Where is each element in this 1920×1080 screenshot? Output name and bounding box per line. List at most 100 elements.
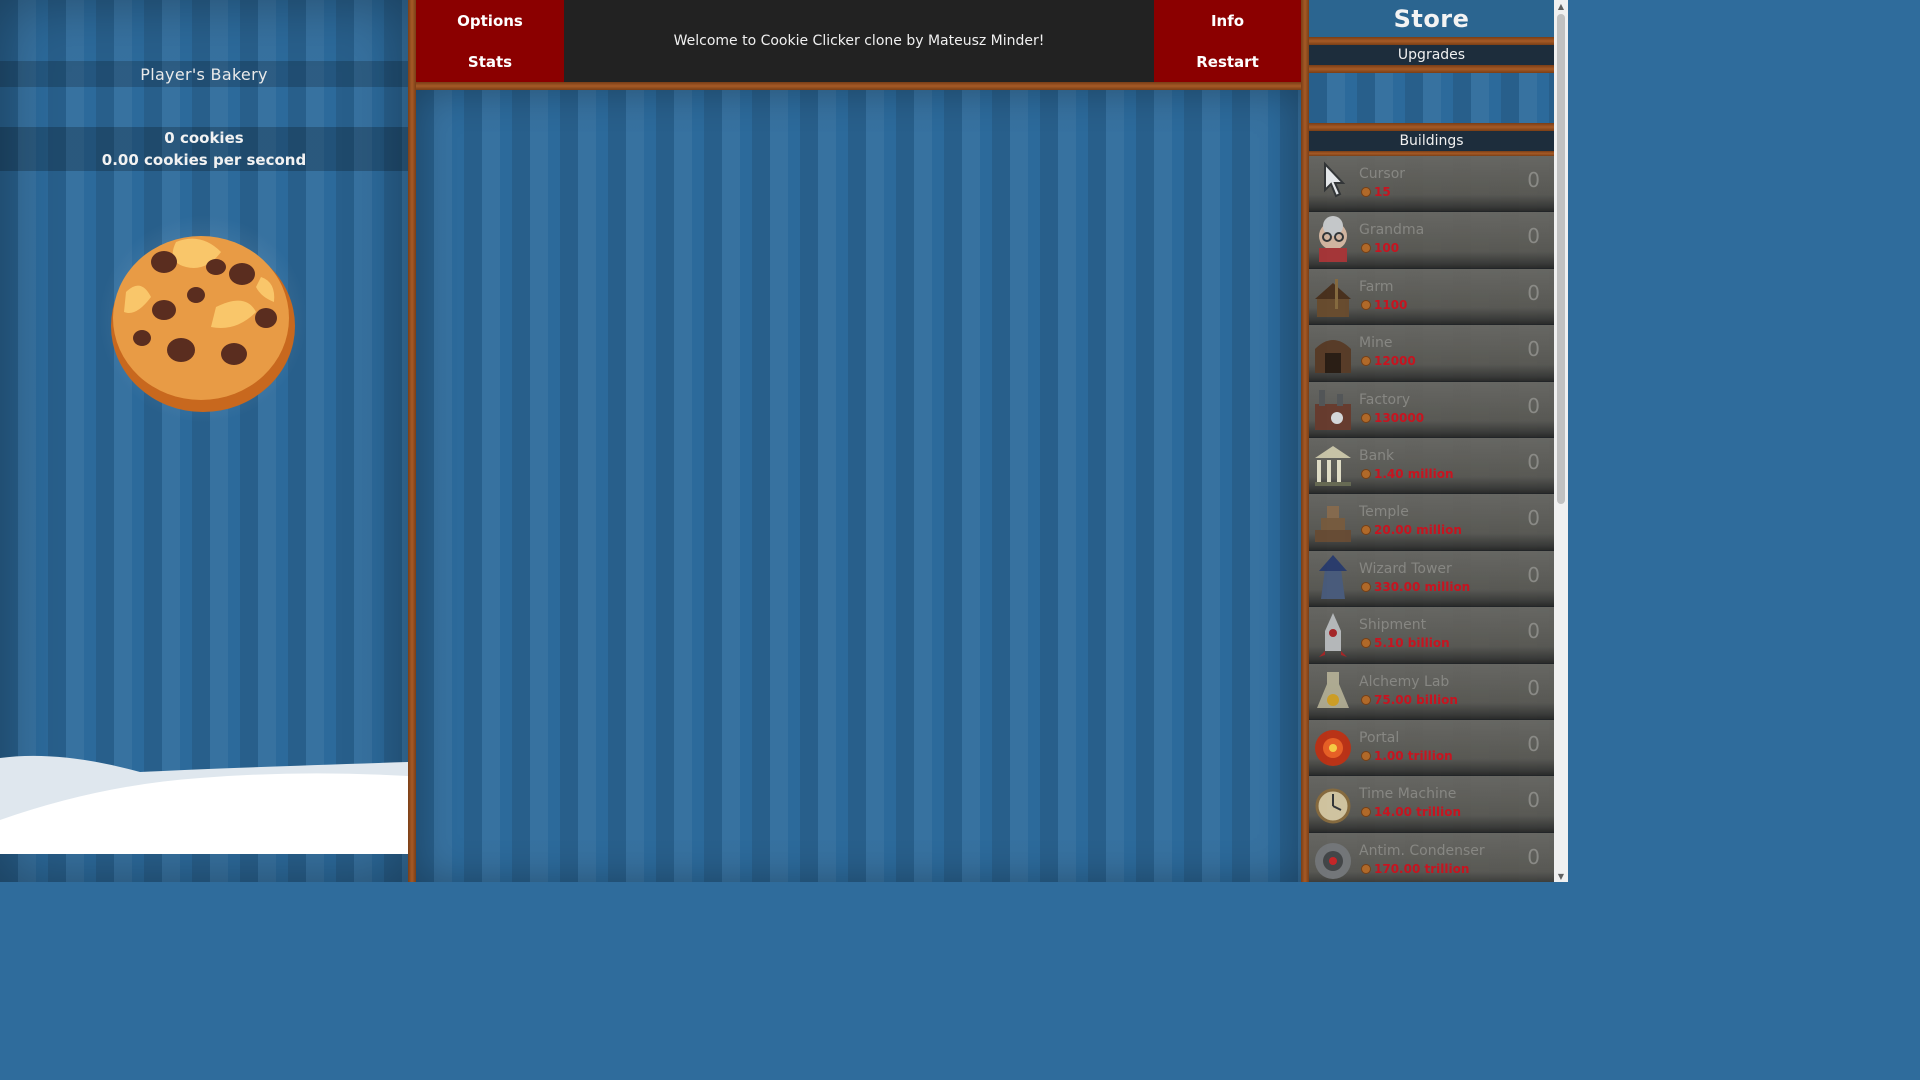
cookie-coin-icon — [1361, 581, 1371, 592]
building-price-value: 20.00 million — [1374, 523, 1462, 538]
building-price: 12000 — [1361, 354, 1416, 368]
scroll-down-arrow-icon[interactable]: ▼ — [1554, 870, 1568, 882]
building-name: Mine — [1359, 335, 1393, 352]
building-portal[interactable]: Portal 1.00 trillion 0 — [1309, 719, 1554, 777]
building-price: 75.00 billion — [1361, 693, 1458, 707]
store-panel: Store Upgrades Buildings Cursor 15 0 Gra… — [1309, 0, 1554, 882]
store-title: Store — [1309, 0, 1554, 37]
building-mine[interactable]: Mine 12000 0 — [1309, 325, 1554, 382]
building-price-value: 15 — [1374, 185, 1391, 199]
cookie-coin-icon — [1361, 299, 1371, 310]
building-count: 0 — [1527, 619, 1540, 644]
cookie-coin-icon — [1361, 356, 1371, 367]
temple-icon — [1311, 498, 1355, 544]
building-shipment[interactable]: Shipment 5.10 billion 0 — [1309, 607, 1554, 664]
building-name: Time Machine — [1359, 786, 1457, 803]
building-price-value: 170.00 trillion — [1374, 861, 1470, 876]
center-panel — [416, 90, 1301, 882]
building-price: 20.00 million — [1361, 523, 1462, 537]
cookie-coin-icon — [1361, 694, 1371, 705]
bakery-name[interactable]: Player's Bakery — [0, 61, 408, 87]
building-price: 1100 — [1361, 298, 1407, 312]
building-farm[interactable]: Farm 1100 0 — [1309, 268, 1554, 326]
cookie-coin-icon — [1361, 807, 1371, 818]
building-name: Shipment — [1359, 617, 1427, 634]
cookie-counter: 0 cookies 0.00 cookies per second — [0, 127, 408, 171]
building-count: 0 — [1527, 449, 1540, 474]
milk-wave — [0, 755, 408, 854]
building-name: Bank — [1359, 447, 1395, 464]
building-price-value: 1.00 trillion — [1374, 748, 1453, 763]
time-machine-icon — [1311, 780, 1355, 826]
building-count: 0 — [1527, 844, 1540, 869]
building-price-value: 100 — [1374, 241, 1400, 256]
store-separator — [1309, 123, 1554, 131]
building-name: Antim. Condenser — [1359, 842, 1485, 859]
building-price-value: 330.00 million — [1374, 579, 1471, 594]
left-panel: Player's Bakery 0 cookies 0.00 cookies p… — [0, 0, 408, 882]
stats-button[interactable]: Stats — [416, 41, 564, 82]
cookie-coin-icon — [1361, 863, 1371, 874]
wizard-tower-icon — [1311, 554, 1355, 601]
building-count: 0 — [1527, 731, 1540, 756]
building-price: 130000 — [1361, 411, 1424, 425]
cursor-icon — [1311, 160, 1355, 206]
top-bar: Options Stats Welcome to Cookie Clicker … — [416, 0, 1301, 82]
restart-button[interactable]: Restart — [1154, 41, 1301, 82]
farm-icon — [1311, 273, 1355, 319]
antimatter-condenser-icon — [1311, 837, 1355, 882]
building-count: 0 — [1527, 393, 1540, 418]
building-price-value: 1100 — [1374, 297, 1408, 312]
building-alchemy-lab[interactable]: Alchemy Lab 75.00 billion 0 — [1309, 663, 1554, 720]
grandma-icon — [1311, 216, 1355, 263]
buildings-header: Buildings — [1309, 131, 1554, 151]
building-price-value: 1.40 million — [1374, 466, 1454, 481]
alchemy-lab-icon — [1311, 668, 1355, 714]
building-price: 5.10 billion — [1361, 636, 1450, 650]
building-price-value: 130000 — [1374, 410, 1425, 425]
bank-icon — [1311, 442, 1355, 488]
left-divider — [408, 0, 416, 882]
building-count: 0 — [1527, 168, 1540, 192]
building-factory[interactable]: Factory 130000 0 — [1309, 381, 1554, 438]
building-name: Grandma — [1359, 222, 1425, 239]
building-price: 100 — [1361, 241, 1399, 255]
cookie-coin-icon — [1361, 638, 1371, 649]
building-price-value: 75.00 billion — [1374, 692, 1458, 707]
cookie-icon — [111, 236, 295, 412]
building-count: 0 — [1527, 675, 1540, 700]
cookies-per-second: 0.00 cookies per second — [101, 151, 307, 169]
cookie-coin-icon — [1361, 187, 1371, 197]
building-price: 330.00 million — [1361, 580, 1470, 594]
building-name: Temple — [1359, 504, 1409, 521]
building-bank[interactable]: Bank 1.40 million 0 — [1309, 437, 1554, 495]
scrollbar-thumb[interactable] — [1557, 14, 1565, 504]
building-cursor[interactable]: Cursor 15 0 — [1309, 156, 1554, 213]
big-cookie-button[interactable] — [98, 214, 308, 424]
shipment-icon — [1311, 611, 1355, 658]
scroll-up-arrow-icon[interactable]: ▲ — [1554, 0, 1568, 12]
cookie-coin-icon — [1361, 525, 1371, 536]
building-name: Factory — [1359, 391, 1411, 408]
building-price: 1.00 trillion — [1361, 749, 1453, 763]
building-price-value: 12000 — [1374, 354, 1416, 369]
page-scrollbar[interactable]: ▲ ▼ — [1554, 0, 1568, 882]
cookie-coin-icon — [1361, 412, 1371, 423]
info-button[interactable]: Info — [1154, 0, 1301, 41]
building-wizard-tower[interactable]: Wizard Tower 330.00 million 0 — [1309, 550, 1554, 608]
welcome-message: Welcome to Cookie Clicker clone by Mateu… — [673, 33, 1045, 49]
store-separator — [1309, 37, 1554, 45]
building-time-machine[interactable]: Time Machine 14.00 trillion 0 — [1309, 776, 1554, 833]
factory-icon — [1311, 386, 1355, 432]
building-temple[interactable]: Temple 20.00 million 0 — [1309, 494, 1554, 551]
options-button[interactable]: Options — [416, 0, 564, 41]
building-name: Cursor — [1359, 166, 1406, 182]
building-name: Wizard Tower — [1359, 560, 1452, 577]
building-antimatter-condenser[interactable]: Antim. Condenser 170.00 trillion 0 — [1309, 832, 1554, 882]
building-price-value: 5.10 billion — [1374, 636, 1450, 651]
building-name: Farm — [1359, 278, 1394, 295]
cookie-coin-icon — [1361, 750, 1371, 761]
building-price: 14.00 trillion — [1361, 805, 1461, 819]
store-separator — [1309, 65, 1554, 73]
building-grandma[interactable]: Grandma 100 0 — [1309, 212, 1554, 269]
